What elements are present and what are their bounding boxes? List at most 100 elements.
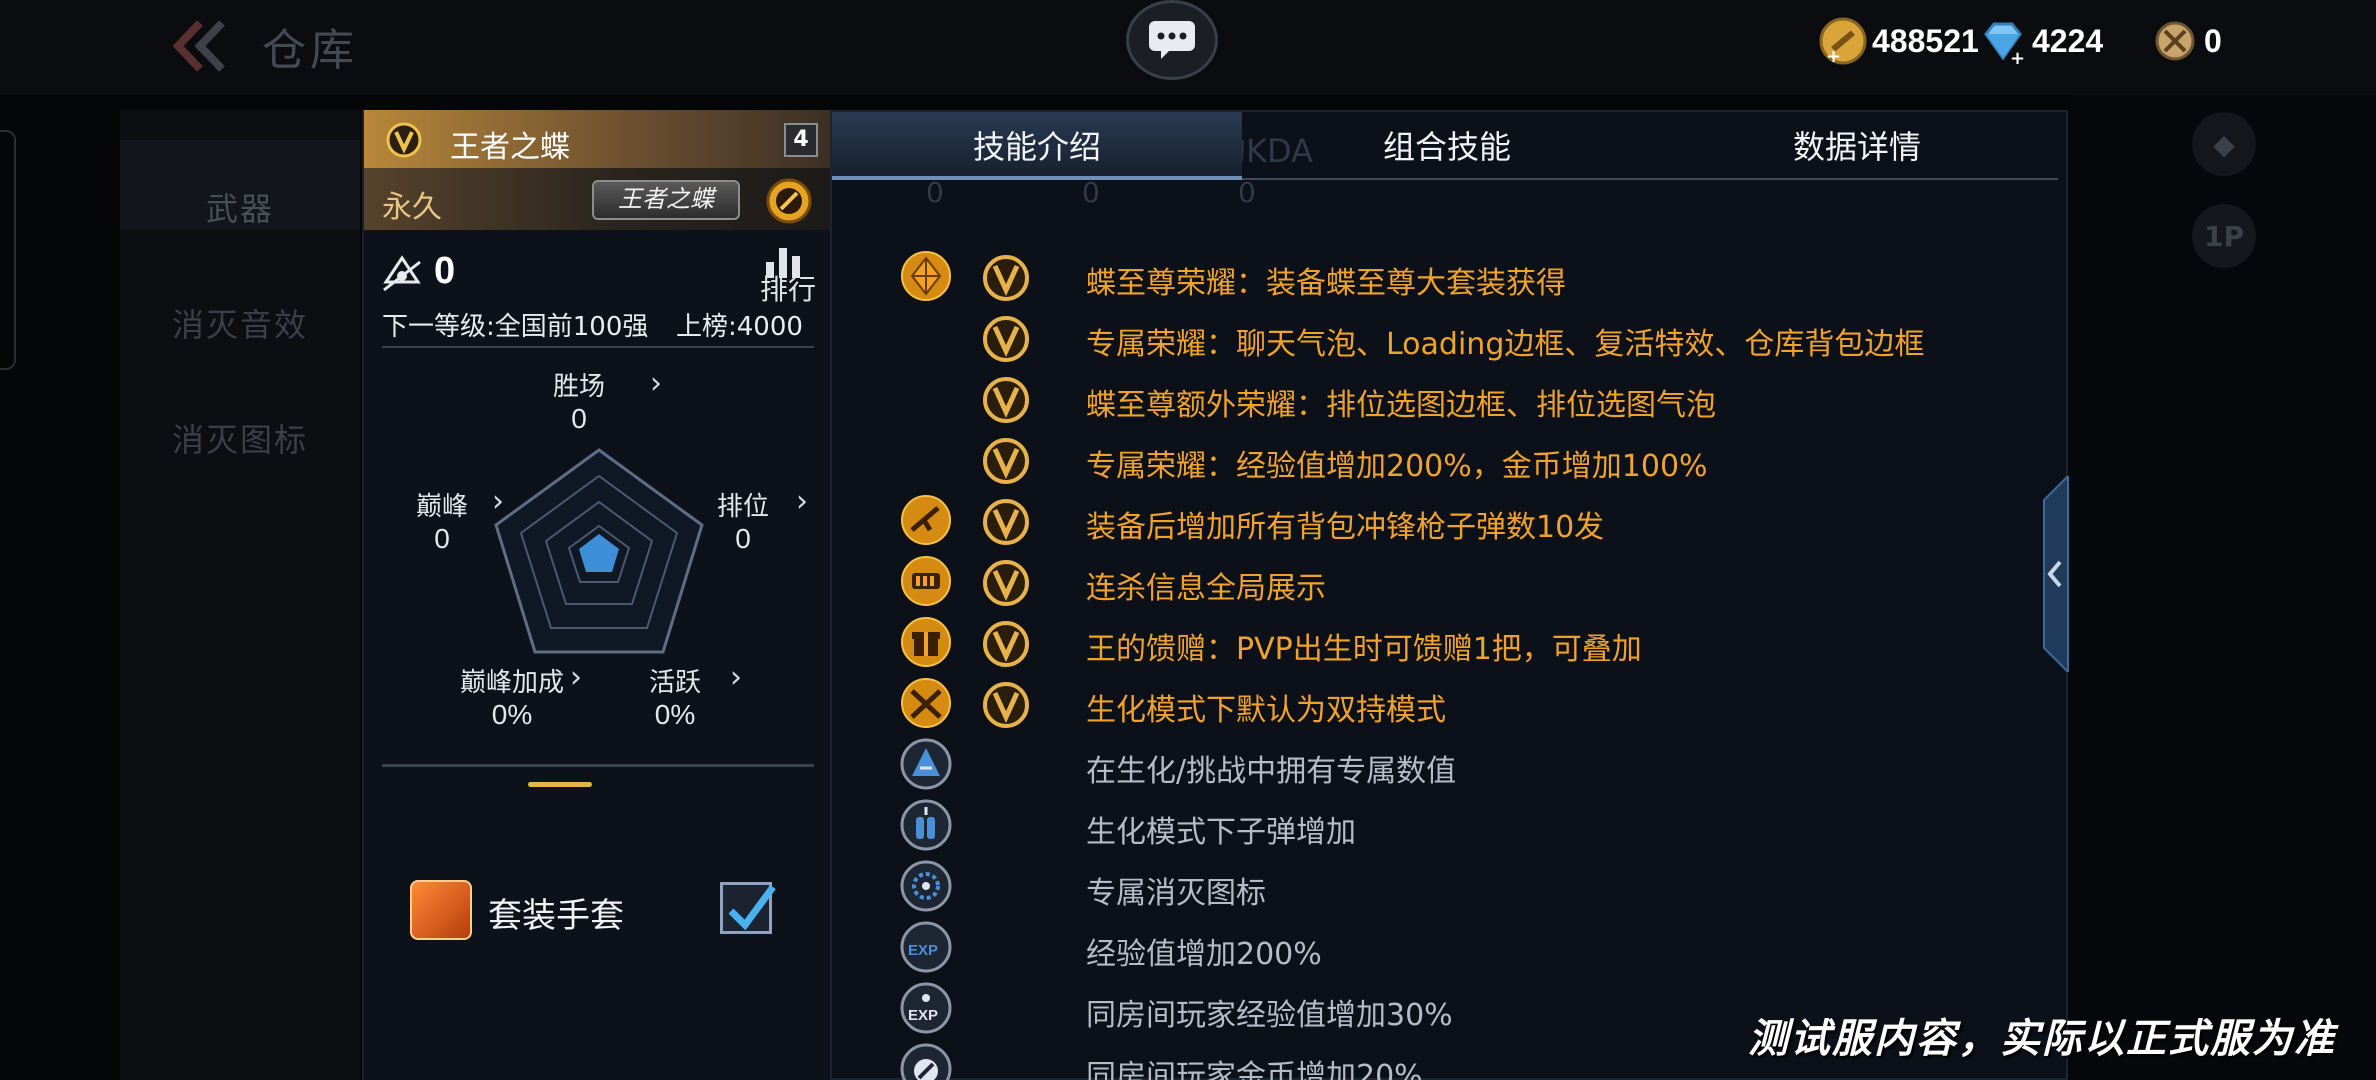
- skill-text: 连杀信息全局展示: [1086, 571, 1326, 606]
- category-sidebar: [120, 110, 360, 1080]
- chat-bubble-icon: [1149, 21, 1195, 59]
- killstreak-icon: [901, 556, 951, 606]
- gold-currency[interactable]: + 488521: [1818, 16, 1979, 66]
- chevron-right-icon[interactable]: ›: [570, 660, 582, 695]
- skill-text: 蝶至尊额外荣耀：排位选图边框、排位选图气泡: [1086, 388, 1716, 423]
- skill-row: 专属荣耀：聊天气泡、Loading边框、复活特效、仓库背包边框: [832, 307, 2070, 367]
- radar-chart: [494, 448, 704, 654]
- skill-row: 专属消灭图标: [832, 856, 2070, 916]
- stat-wins-label: 胜场: [552, 372, 605, 402]
- sidebar-item-kill-icon[interactable]: 消灭图标: [120, 415, 360, 461]
- skill-text: 专属荣耀：聊天气泡、Loading边框、复活特效、仓库背包边框: [1086, 327, 1925, 362]
- item-nameplate: 王者之蝶: [592, 180, 740, 220]
- page-indicator: [528, 782, 592, 787]
- vip-badge-icon: [983, 621, 1029, 667]
- exp-icon: EXP: [900, 921, 952, 973]
- stat-active[interactable]: 活跃 0%: [644, 662, 706, 731]
- divider: [382, 764, 814, 767]
- skill-row: 生化模式下默认为双持模式: [832, 673, 2070, 733]
- skill-text: 专属消灭图标: [1086, 876, 1266, 911]
- collapse-arrow-icon[interactable]: [2040, 476, 2070, 672]
- divider: [382, 346, 814, 348]
- butterfly-honor-icon: [901, 251, 951, 301]
- voucher-currency[interactable]: 0: [2150, 16, 2222, 66]
- ghost-value: 0: [926, 176, 944, 209]
- stat-ranked-label: 排位: [716, 492, 769, 522]
- page-title: 仓库: [262, 25, 358, 76]
- smg-icon: [901, 495, 951, 545]
- tab-bar: 场次 胜率 平均KDA 技能介绍 组合技能 数据详情: [832, 112, 2070, 180]
- suit-glove-checkbox[interactable]: [720, 882, 776, 934]
- sidebar-item-weapon[interactable]: 武器: [120, 140, 360, 230]
- skill-row: 王的馈赠：PVP出生时可馈赠1把，可叠加: [832, 612, 2070, 672]
- stat-peak[interactable]: 巅峰 0: [404, 486, 480, 555]
- gold-coin-icon: +: [1819, 17, 1867, 66]
- skill-row: 连杀信息全局展示: [832, 551, 2070, 611]
- stat-wins-value: 0: [571, 403, 587, 434]
- tab-skill-intro[interactable]: 技能介绍: [832, 112, 1242, 178]
- chevron-right-icon[interactable]: ›: [796, 484, 808, 519]
- diamond-currency[interactable]: + 4224: [1978, 16, 2103, 66]
- skill-text: 生化模式下子弹增加: [1086, 815, 1356, 850]
- vip-badge-icon: [983, 682, 1029, 728]
- skill-row: 在生化/挑战中拥有专属数值: [832, 734, 2070, 794]
- sidebar-item-kill-sound[interactable]: 消灭音效: [120, 300, 360, 346]
- ghost-value: 0: [1082, 176, 1100, 209]
- room-exp-icon: EXP: [900, 982, 952, 1034]
- next-level-text: 下一等级:全国前100强: [382, 312, 649, 342]
- skill-row: 蝶至尊额外荣耀：排位选图边框、排位选图气泡: [832, 368, 2070, 428]
- glove-icon: [410, 880, 472, 940]
- item-duration: 永久: [382, 190, 442, 225]
- player-slot-button[interactable]: 1P: [2192, 204, 2256, 268]
- ghost-value: 0: [1238, 176, 1256, 209]
- diamond-icon: +: [1984, 22, 2025, 66]
- vip-badge-icon: [386, 122, 422, 158]
- svg-text:+: +: [2010, 48, 2025, 66]
- back-arrow-icon: [172, 20, 225, 72]
- stat-peak-bonus-value: 0%: [491, 699, 533, 730]
- skill-row: 蝶至尊荣耀：装备蝶至尊大套装获得: [832, 246, 2070, 306]
- stat-peak-bonus-label: 巅峰加成: [459, 668, 564, 698]
- vip-badge-icon: [983, 377, 1029, 423]
- kill-icon-icon: [900, 860, 952, 912]
- item-info-panel: 王者之蝶 4 永久 王者之蝶 0 排行 下一等级:全国前100强 上榜:4000…: [362, 110, 832, 1080]
- svg-text:+: +: [1826, 46, 1841, 66]
- stat-peak-value: 0: [434, 523, 450, 554]
- stat-active-label: 活跃: [648, 668, 701, 698]
- tab-combo-skills[interactable]: 组合技能: [1242, 112, 1652, 178]
- skill-text: 专属荣耀：经验值增加200%，金币增加100%: [1086, 449, 1708, 484]
- zombie-stats-icon: [900, 738, 952, 790]
- vip-badge-icon: [983, 560, 1029, 606]
- chat-button[interactable]: [1126, 0, 1218, 80]
- item-level-badge: 4: [784, 123, 818, 157]
- skill-text: 王的馈赠：PVP出生时可馈赠1把，可叠加: [1086, 632, 1642, 667]
- ammo-up-icon: [900, 799, 952, 851]
- skill-row: 生化模式下子弹增加: [832, 795, 2070, 855]
- skill-text: 经验值增加200%: [1086, 937, 1322, 972]
- skill-panel: 场次 胜率 平均KDA 技能介绍 组合技能 数据详情 0 0 0 蝶至尊荣耀：装…: [830, 110, 2068, 1080]
- vip-badge-icon: [983, 438, 1029, 484]
- skill-text: 装备后增加所有背包冲锋枪子弹数10发: [1086, 510, 1605, 545]
- back-button[interactable]: [170, 14, 260, 78]
- voucher-icon: [2155, 21, 2195, 61]
- stat-peak-bonus[interactable]: 巅峰加成 0%: [456, 662, 568, 731]
- skill-text: 蝶至尊荣耀：装备蝶至尊大套装获得: [1086, 266, 1566, 301]
- chevron-right-icon[interactable]: ›: [730, 660, 742, 695]
- stat-wins[interactable]: 胜场 0: [544, 366, 614, 435]
- left-edge-handle[interactable]: [0, 130, 16, 370]
- stat-ranked[interactable]: 排位 0: [708, 486, 778, 555]
- skill-text: 同房间玩家金币增加20%: [1086, 1059, 1423, 1080]
- checkmark-icon: [728, 884, 776, 931]
- medal-icon[interactable]: [766, 178, 812, 224]
- chevron-right-icon[interactable]: ›: [650, 366, 662, 401]
- leaderboard-label[interactable]: 排行: [760, 268, 816, 308]
- tab-active-indicator: [832, 176, 1242, 180]
- watermark-text: 测试服内容，实际以正式服为准: [1748, 1016, 2336, 1062]
- tab-data-details[interactable]: 数据详情: [1652, 112, 2062, 178]
- svg-text:EXP: EXP: [908, 1007, 938, 1024]
- skill-text: 在生化/挑战中拥有专属数值: [1086, 754, 1457, 789]
- gold-amount: 488521: [1872, 22, 1979, 59]
- vip-badge-icon: [983, 255, 1029, 301]
- vip-badge-icon: [983, 316, 1029, 362]
- settings-icon[interactable]: ◆: [2192, 112, 2256, 176]
